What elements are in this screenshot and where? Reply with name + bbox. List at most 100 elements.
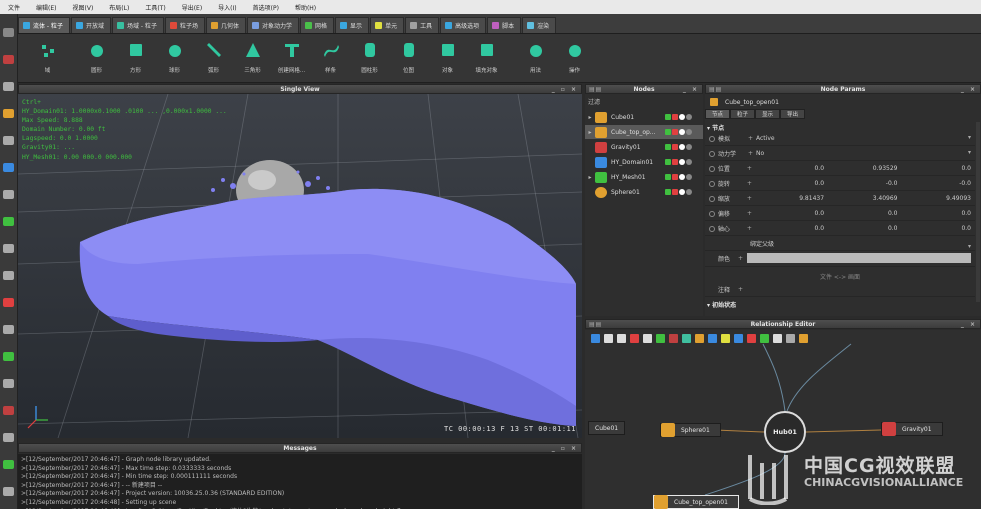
param-value-field[interactable]: -0.0 xyxy=(828,180,901,187)
graph-node-cube01[interactable]: Cube01 xyxy=(588,421,626,435)
tool-button-9[interactable]: 位图 xyxy=(389,35,428,81)
tool-button-13[interactable]: 操作 xyxy=(555,35,594,81)
edit-icon[interactable] xyxy=(665,174,671,180)
menu-item-6[interactable]: 导入(I) xyxy=(210,3,244,12)
left-tool-icon[interactable] xyxy=(3,136,14,145)
lock-icon[interactable] xyxy=(672,159,678,165)
tool-button-11[interactable]: 填充对象 xyxy=(467,35,506,81)
param-value-field[interactable]: 3.40969 xyxy=(828,195,901,202)
plus-icon[interactable]: + xyxy=(747,180,755,187)
tool-button-5[interactable]: 三角形 xyxy=(233,35,272,81)
node-item[interactable]: ▸ Cube_top_op... xyxy=(585,125,703,139)
left-tool-icon[interactable] xyxy=(3,190,14,199)
tab-0[interactable]: 流体 - 粒子 xyxy=(18,17,70,33)
left-tool-icon[interactable] xyxy=(3,487,14,496)
display-icon[interactable] xyxy=(686,114,692,120)
tab-12[interactable]: 渲染 xyxy=(522,17,557,33)
param-tab-3[interactable]: 导出 xyxy=(780,109,806,119)
tool-button-10[interactable]: 对象 xyxy=(428,35,467,81)
tab-3[interactable]: 粒子场 xyxy=(164,17,205,33)
plus-icon[interactable]: + xyxy=(747,225,755,232)
keyframe-radio-icon[interactable] xyxy=(709,180,715,187)
lock-icon[interactable] xyxy=(672,114,678,120)
param-value-field[interactable]: -0.0 xyxy=(902,180,975,187)
menu-item-7[interactable]: 首选项(P) xyxy=(245,3,287,12)
param-value-field[interactable]: 0.0 xyxy=(828,210,901,217)
param-row[interactable]: 动力学 + No xyxy=(705,147,975,161)
graph-node-sphere01[interactable]: Sphere01 xyxy=(660,423,721,437)
display-icon[interactable] xyxy=(686,144,692,150)
param-section-initial[interactable]: ▾ 初始状态 xyxy=(707,300,736,309)
tab-11[interactable]: 脚本 xyxy=(487,17,522,33)
param-value-field[interactable]: 0.93529 xyxy=(828,165,901,172)
left-tool-icon[interactable] xyxy=(3,244,14,253)
3d-viewport[interactable]: Ctrl+ HY_Domain01: 1.0000x0.1000 .0100 ..… xyxy=(18,94,582,438)
left-tool-icon[interactable] xyxy=(3,109,14,118)
left-tool-icon[interactable] xyxy=(3,433,14,442)
lock-icon[interactable] xyxy=(672,129,678,135)
param-value-field[interactable]: 0.0 xyxy=(755,225,828,232)
graph-node-gravity01[interactable]: Gravity01 xyxy=(881,422,943,436)
keyframe-radio-icon[interactable] xyxy=(709,195,715,202)
param-value-field[interactable]: 0.0 xyxy=(755,165,828,172)
graph-node-hub01[interactable]: Hub01 xyxy=(764,411,806,453)
param-row[interactable]: 轴心 +0.0 0.0 0.0 xyxy=(705,222,975,236)
panel-window-controls[interactable]: _ × xyxy=(683,86,699,93)
left-tool-icon[interactable] xyxy=(3,406,14,415)
visible-icon[interactable] xyxy=(679,189,685,195)
menu-item-8[interactable]: 帮助(H) xyxy=(287,3,324,12)
param-tab-2[interactable]: 显示 xyxy=(755,109,781,119)
panel-window-controls[interactable]: _ × xyxy=(961,321,977,328)
expand-arrow-icon[interactable]: ▸ xyxy=(585,174,595,181)
display-icon[interactable] xyxy=(686,189,692,195)
keyframe-radio-icon[interactable] xyxy=(709,150,715,157)
param-tab-1[interactable]: 粒子 xyxy=(730,109,756,119)
relationship-editor[interactable]: Cube01 Sphere01 Hub01 Gravity01 Cube_top… xyxy=(585,330,981,509)
tool-button-2[interactable]: 方形 xyxy=(116,35,155,81)
left-tool-icon[interactable] xyxy=(3,217,14,226)
tool-button-7[interactable]: 样条 xyxy=(311,35,350,81)
left-tool-icon[interactable] xyxy=(3,379,14,388)
edit-icon[interactable] xyxy=(665,144,671,150)
menu-item-1[interactable]: 编辑(E) xyxy=(28,3,64,12)
tab-10[interactable]: 高级选项 xyxy=(440,17,487,33)
visible-icon[interactable] xyxy=(679,114,685,120)
tool-button-1[interactable]: 圆形 xyxy=(77,35,116,81)
param-tab-0[interactable]: 节点 xyxy=(705,109,731,119)
menu-item-5[interactable]: 导出(E) xyxy=(174,3,210,12)
tab-5[interactable]: 对象动力学 xyxy=(247,17,300,33)
plus-icon[interactable]: + xyxy=(747,165,755,172)
lock-icon[interactable] xyxy=(672,174,678,180)
params-scrollbar[interactable] xyxy=(976,122,980,302)
param-row[interactable]: 旋转 +0.0 -0.0 -0.0 xyxy=(705,177,975,191)
dock-handle-icon[interactable]: ▤▤ xyxy=(589,86,602,93)
left-tool-icon[interactable] xyxy=(3,460,14,469)
param-row-parent[interactable]: 绑定父级 xyxy=(705,237,975,251)
display-icon[interactable] xyxy=(686,159,692,165)
param-row-notes[interactable]: 注释 + xyxy=(705,283,975,297)
node-item[interactable]: ▸ HY_Mesh01 xyxy=(585,170,703,184)
tool-button-12[interactable]: 用法 xyxy=(516,35,555,81)
tab-1[interactable]: 开放域 xyxy=(70,17,111,33)
file-link-button[interactable]: 文件 <-> 画面 xyxy=(705,272,975,281)
node-item[interactable]: Sphere01 xyxy=(585,185,703,199)
display-icon[interactable] xyxy=(686,129,692,135)
tool-button-8[interactable]: 圆柱形 xyxy=(350,35,389,81)
keyframe-radio-icon[interactable] xyxy=(709,210,715,217)
node-item[interactable]: ▸ Cube01 xyxy=(585,110,703,124)
expand-arrow-icon[interactable]: ▸ xyxy=(585,129,595,136)
param-value-field[interactable]: 0.0 xyxy=(755,180,828,187)
plus-icon[interactable]: + xyxy=(748,150,756,157)
dock-handle-icon[interactable]: ▤▤ xyxy=(589,321,602,328)
lock-icon[interactable] xyxy=(672,144,678,150)
menu-item-4[interactable]: 工具(T) xyxy=(137,3,173,12)
param-value-field[interactable]: 0.0 xyxy=(755,210,828,217)
tab-2[interactable]: 场域 - 粒子 xyxy=(112,17,164,33)
keyframe-radio-icon[interactable] xyxy=(709,225,715,232)
tab-7[interactable]: 显示 xyxy=(335,17,370,33)
display-icon[interactable] xyxy=(686,174,692,180)
menu-item-0[interactable]: 文件 xyxy=(0,3,28,12)
tab-4[interactable]: 几何体 xyxy=(206,17,247,33)
nodes-filter-label[interactable]: 过滤 xyxy=(588,97,600,106)
left-tool-icon[interactable] xyxy=(3,82,14,91)
